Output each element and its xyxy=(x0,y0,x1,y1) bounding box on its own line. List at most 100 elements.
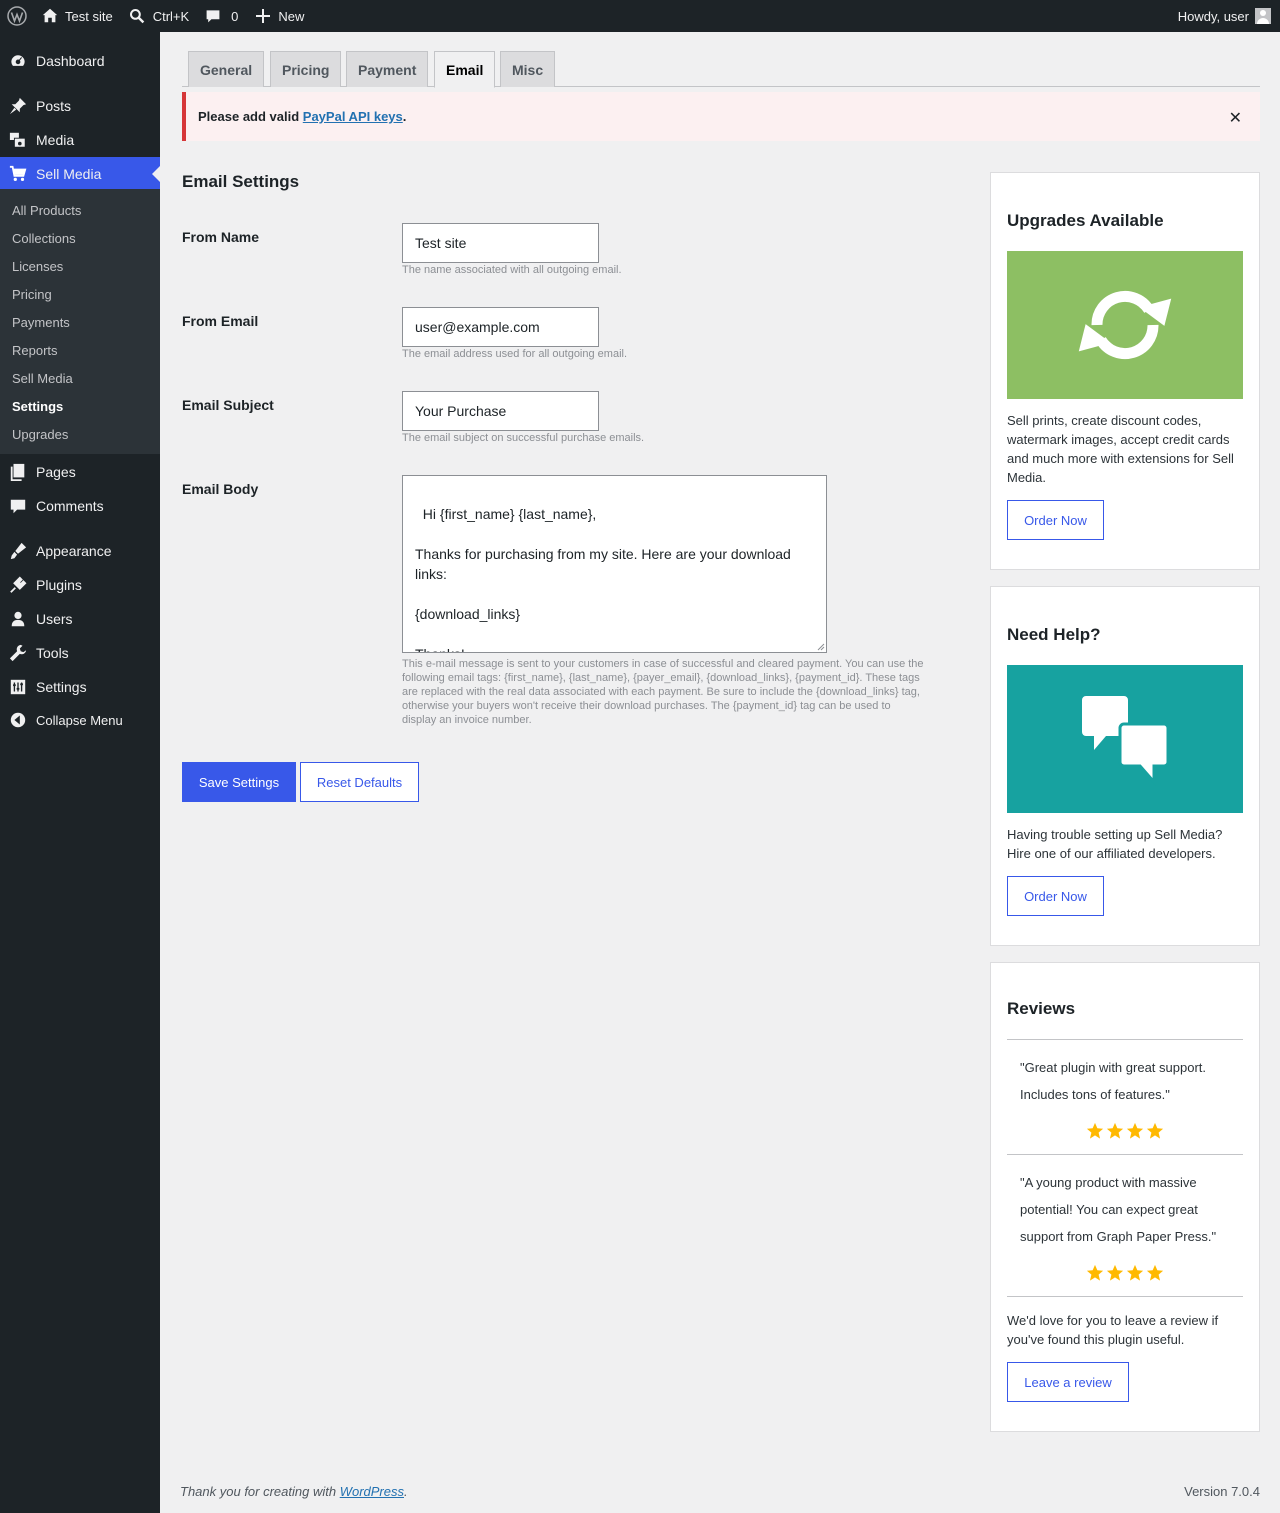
tab-email[interactable]: Email xyxy=(434,51,496,88)
review-rating xyxy=(1086,1264,1164,1282)
menu-users[interactable]: Users xyxy=(0,602,160,636)
menu-label: Collapse Menu xyxy=(36,712,123,728)
menu-label: Comments xyxy=(36,498,104,514)
menu-plugins[interactable]: Plugins xyxy=(0,568,160,602)
footer-prefix: Thank you for creating with xyxy=(180,1484,340,1499)
star-icon xyxy=(1126,1122,1144,1139)
site-name-link[interactable]: Test site xyxy=(35,0,121,32)
settings-tabs: General Pricing Payment Email Misc xyxy=(182,51,1260,88)
avatar xyxy=(1255,8,1271,24)
menu-label: Plugins xyxy=(36,577,82,593)
from-name-desc: The name associated with all outgoing em… xyxy=(402,264,622,276)
review-quote: "Great plugin with great support. Includ… xyxy=(1020,1060,1206,1102)
review-rating xyxy=(1086,1122,1164,1140)
menu-pages[interactable]: Pages xyxy=(0,455,160,489)
my-account[interactable]: Howdy, user xyxy=(1178,0,1271,32)
notice-prefix: Please add valid xyxy=(198,109,303,124)
from-name-input[interactable] xyxy=(402,223,599,263)
submenu-upgrades[interactable]: Upgrades xyxy=(12,427,68,442)
star-icon xyxy=(1086,1264,1104,1281)
menu-label: Tools xyxy=(36,645,69,661)
menu-label: Appearance xyxy=(36,543,112,559)
collapse-menu-button[interactable]: Collapse Menu xyxy=(0,703,160,737)
menu-label: Posts xyxy=(36,98,72,114)
site-name: Test site xyxy=(65,8,113,24)
submenu-licenses[interactable]: Licenses xyxy=(12,259,63,274)
from-email-input[interactable] xyxy=(402,307,599,347)
menu-label: Sell Media xyxy=(36,166,102,182)
reset-defaults-button[interactable]: Reset Defaults xyxy=(300,762,419,802)
from-email-label: From Email xyxy=(182,313,259,329)
email-subject-input[interactable] xyxy=(402,391,599,431)
menu-settings[interactable]: Settings xyxy=(0,670,160,704)
submenu-collections[interactable]: Collections xyxy=(12,231,76,246)
email-body-textarea[interactable]: Hi {first_name} {last_name}, Thanks for … xyxy=(402,475,827,653)
comment-icon xyxy=(0,497,36,515)
tab-pricing[interactable]: Pricing xyxy=(270,51,342,87)
star-icon xyxy=(1106,1264,1124,1281)
menu-dashboard[interactable]: Dashboard xyxy=(0,44,160,78)
admin-bar: Test site Ctrl+K 0 New Howdy, user xyxy=(0,0,1280,32)
upgrades-banner xyxy=(1007,251,1243,399)
star-icon xyxy=(1126,1264,1144,1281)
paypal-keys-link[interactable]: PayPal API keys xyxy=(303,109,403,124)
menu-comments[interactable]: Comments xyxy=(0,489,160,523)
menu-sell-media[interactable]: Sell Media xyxy=(0,157,160,191)
close-icon[interactable]: ✕ xyxy=(1229,108,1242,128)
search-command[interactable]: Ctrl+K xyxy=(121,0,197,32)
email-body-desc: This e-mail message is sent to your cust… xyxy=(402,658,924,726)
reviews-text: We'd love for you to leave a review if y… xyxy=(1007,1313,1219,1347)
footer-suffix: . xyxy=(404,1484,408,1499)
upgrades-order-button[interactable]: Order Now xyxy=(1007,500,1104,540)
comments-count: 0 xyxy=(231,8,239,24)
submenu-pricing[interactable]: Pricing xyxy=(12,287,52,302)
new-content-link[interactable]: New xyxy=(246,0,312,32)
comments-link[interactable]: 0 xyxy=(197,0,246,32)
submenu-reports[interactable]: Reports xyxy=(12,343,58,358)
menu-posts[interactable]: Posts xyxy=(0,89,160,123)
menu-appearance[interactable]: Appearance xyxy=(0,534,160,568)
divider xyxy=(1007,1296,1243,1297)
pushpin-icon xyxy=(0,97,36,115)
refresh-icon xyxy=(1078,290,1172,360)
media-icon xyxy=(0,131,36,149)
submenu-sell-media[interactable]: Sell Media xyxy=(12,371,73,386)
wrench-icon xyxy=(0,644,36,662)
tab-misc[interactable]: Misc xyxy=(500,51,556,87)
upgrades-widget: Upgrades Available Sell prints, create d… xyxy=(990,172,1260,570)
email-subject-label: Email Subject xyxy=(182,397,274,413)
resize-grip-icon[interactable] xyxy=(817,643,825,651)
pages-icon xyxy=(0,463,36,481)
collapse-icon xyxy=(0,711,36,729)
email-body-label: Email Body xyxy=(182,481,259,497)
reviews-title: Reviews xyxy=(1007,999,1076,1018)
menu-tools[interactable]: Tools xyxy=(0,636,160,670)
wordpress-link[interactable]: WordPress xyxy=(340,1484,404,1499)
new-label: New xyxy=(278,8,305,24)
page-title: Email Settings xyxy=(182,172,300,191)
save-settings-button[interactable]: Save Settings xyxy=(182,762,296,802)
help-order-button[interactable]: Order Now xyxy=(1007,876,1104,916)
error-notice: Please add valid PayPal API keys . ✕ xyxy=(182,92,1260,141)
submenu-all-products[interactable]: All Products xyxy=(12,203,81,218)
menu-label: Users xyxy=(36,611,73,627)
sliders-icon xyxy=(0,678,36,696)
tab-payment[interactable]: Payment xyxy=(346,51,429,87)
star-icon xyxy=(1086,1122,1104,1139)
submenu-settings[interactable]: Settings xyxy=(12,399,63,414)
menu-label: Pages xyxy=(36,464,76,480)
sell-media-submenu: All Products Collections Licenses Pricin… xyxy=(0,189,160,454)
star-icon xyxy=(1146,1264,1164,1281)
tab-general[interactable]: General xyxy=(188,51,265,87)
help-widget: Need Help? Having trouble setting up Sel… xyxy=(990,586,1260,946)
footer-credit: Thank you for creating with WordPress. xyxy=(180,1484,408,1499)
leave-review-button[interactable]: Leave a review xyxy=(1007,1362,1129,1402)
user-icon xyxy=(0,610,36,628)
star-icon xyxy=(1146,1122,1164,1139)
wordpress-logo-icon[interactable] xyxy=(0,0,35,32)
menu-media[interactable]: Media xyxy=(0,123,160,157)
menu-label: Settings xyxy=(36,679,87,695)
upgrades-title: Upgrades Available xyxy=(1007,211,1164,230)
divider xyxy=(1007,1039,1243,1040)
submenu-payments[interactable]: Payments xyxy=(12,315,70,330)
